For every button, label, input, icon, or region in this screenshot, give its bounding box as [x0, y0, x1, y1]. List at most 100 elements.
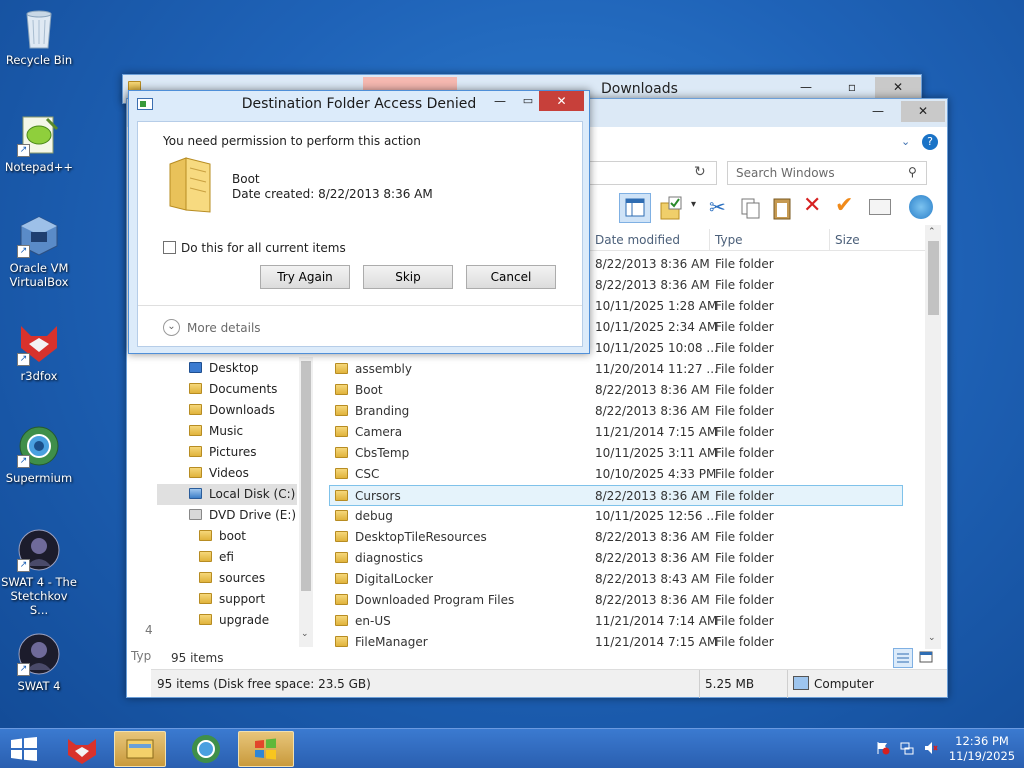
column-type[interactable]: Type	[715, 229, 743, 251]
desktop-icon-swat4[interactable]: ↗ SWAT 4	[0, 632, 78, 693]
start-button[interactable]	[10, 737, 38, 761]
minimize-button[interactable]: —	[783, 77, 829, 98]
file-list-scrollbar[interactable]: ⌃ ⌄	[925, 225, 941, 649]
table-row[interactable]: DigitalLocker 8/22/2013 8:43 AM File folde…	[329, 569, 929, 590]
desktop-icon-swat4-stetchkov[interactable]: ↗ SWAT 4 - The Stetchkov S...	[0, 528, 78, 617]
nav-item-local-disk[interactable]: Local Disk (C:)	[157, 484, 297, 505]
table-row[interactable]: 8/22/2013 8:36 AM File folder	[589, 254, 929, 275]
table-row[interactable]: Boot 8/22/2013 8:36 AM File folder	[329, 380, 929, 401]
expand-chevron-icon[interactable]: ⌄	[163, 319, 180, 336]
table-row[interactable]: en-US 11/21/2014 7:14 AM File folder	[329, 611, 929, 632]
search-input[interactable]: Search Windows	[736, 166, 835, 180]
taskbar-file-explorer[interactable]	[114, 731, 166, 767]
table-row[interactable]: 10/11/2025 1:28 AM File folder	[589, 296, 929, 317]
scroll-down-icon[interactable]: ⌄	[301, 629, 309, 639]
ribbon-expand-icon[interactable]: ⌄	[901, 135, 910, 148]
preview-pane-icon[interactable]	[619, 193, 651, 223]
desktop-icon-r3dfox[interactable]: ↗ r3dfox	[0, 322, 78, 383]
nav-item-videos[interactable]: Videos	[189, 463, 249, 484]
copy-icon[interactable]	[739, 195, 761, 221]
table-row[interactable]: assembly 11/20/2014 11:27 ... File folder	[329, 359, 929, 380]
new-item-icon[interactable]	[869, 199, 891, 215]
clock-date: 11/19/2025	[948, 749, 1016, 763]
nav-item-music[interactable]: Music	[189, 421, 243, 442]
table-row[interactable]: 10/11/2025 2:34 AM File folder	[589, 317, 929, 338]
details-view-icon[interactable]	[893, 648, 913, 668]
desktop-icon-recycle-bin[interactable]: Recycle Bin	[0, 6, 78, 67]
close-button[interactable]: ✕	[901, 101, 945, 122]
cancel-button[interactable]: Cancel	[466, 265, 556, 289]
large-icons-view-icon[interactable]	[917, 648, 937, 668]
properties-folder-icon[interactable]	[659, 195, 683, 221]
desktop-icon-virtualbox[interactable]: ↗ Oracle VM VirtualBox	[0, 214, 78, 289]
row-type: File folder	[715, 362, 774, 376]
table-row[interactable]: 10/11/2025 10:08 ... File folder	[589, 338, 929, 359]
more-details-link[interactable]: More details	[187, 321, 261, 335]
table-row-selected[interactable]: Cursors 8/22/2013 8:36 AM File folder	[329, 485, 903, 506]
table-row[interactable]: debug 10/11/2025 12:56 ... File folder	[329, 506, 929, 527]
table-row[interactable]: Branding 8/22/2013 8:36 AM File folder	[329, 401, 929, 422]
rename-check-icon[interactable]: ✔	[835, 193, 853, 218]
taskbar-windows-setup[interactable]	[238, 731, 294, 767]
nav-item-support[interactable]: support	[199, 589, 265, 610]
network-icon[interactable]	[909, 195, 933, 219]
apply-all-checkbox[interactable]	[163, 241, 176, 254]
table-row[interactable]: FileManager 11/21/2014 7:15 AM File folder	[329, 632, 929, 653]
table-row[interactable]: Downloaded Program Files 8/22/2013 8:36 A…	[329, 590, 929, 611]
desktop-icon-supermium[interactable]: ↗ Supermium	[0, 424, 78, 485]
apply-all-label[interactable]: Do this for all current items	[181, 241, 346, 255]
network-tray-icon[interactable]	[900, 741, 914, 755]
table-row[interactable]: CbsTemp 10/11/2025 3:11 AM File folder	[329, 443, 929, 464]
access-denied-dialog[interactable]: Destination Folder Access Denied — ▭ ✕ Y…	[128, 90, 590, 354]
delete-icon[interactable]: ✕	[803, 193, 821, 218]
close-button[interactable]: ✕	[875, 77, 921, 98]
paste-icon[interactable]	[771, 195, 793, 221]
nav-label: upgrade	[219, 613, 270, 627]
action-center-flag-icon[interactable]	[876, 741, 890, 755]
desktop-icon-notepadpp[interactable]: ↗ Notepad++	[0, 113, 78, 174]
item-count: 95 items	[171, 651, 224, 665]
row-name: Camera	[335, 422, 402, 443]
nav-item-pictures[interactable]: Pictures	[189, 442, 257, 463]
dropdown-arrow-icon[interactable]: ▾	[691, 199, 696, 210]
taskbar-r3dfox[interactable]	[60, 731, 104, 767]
table-row[interactable]: 8/22/2013 8:36 AM File folder	[589, 275, 929, 296]
nav-item-documents[interactable]: Documents	[189, 379, 277, 400]
taskbar-supermium[interactable]	[184, 731, 228, 767]
nav-item-upgrade[interactable]: upgrade	[199, 610, 269, 631]
row-type: File folder	[715, 489, 774, 503]
column-date-modified[interactable]: Date modified	[595, 229, 680, 251]
minimize-button[interactable]: —	[485, 91, 515, 112]
volume-muted-icon[interactable]	[924, 741, 938, 755]
nav-item-boot[interactable]: boot	[199, 526, 246, 547]
search-icon[interactable]: ⚲	[908, 165, 917, 179]
table-row[interactable]: DesktopTileResources 8/22/2013 8:36 AM Fil…	[329, 527, 929, 548]
tray-clock[interactable]: 12:36 PM 11/19/2025	[944, 734, 1020, 764]
maximize-button[interactable]: ▭	[515, 91, 541, 112]
scrollbar-thumb[interactable]	[928, 241, 939, 315]
nav-item-downloads[interactable]: Downloads	[189, 400, 275, 421]
refresh-icon[interactable]: ↻	[694, 164, 706, 180]
skip-button[interactable]: Skip	[363, 265, 453, 289]
nav-scrollbar-thumb[interactable]	[301, 361, 311, 591]
search-box[interactable]: Search Windows ⚲	[727, 161, 927, 185]
try-again-button[interactable]: Try Again	[260, 265, 350, 289]
help-icon[interactable]: ?	[922, 134, 938, 150]
maximize-button[interactable]	[869, 101, 899, 122]
close-button[interactable]: ✕	[539, 91, 584, 111]
address-bar[interactable]: ↻	[589, 161, 717, 185]
nav-scrollbar[interactable]: ⌄	[299, 357, 313, 647]
maximize-button[interactable]: ▫	[829, 77, 875, 98]
column-size[interactable]: Size	[835, 229, 860, 251]
nav-item-dvd-drive[interactable]: DVD Drive (E:) Wi	[189, 505, 299, 526]
nav-item-efi[interactable]: efi	[199, 547, 234, 568]
scroll-up-icon[interactable]: ⌃	[928, 227, 936, 237]
row-type: File folder	[715, 278, 774, 292]
nav-item-desktop[interactable]: Desktop	[189, 358, 259, 379]
table-row[interactable]: Camera 11/21/2014 7:15 AM File folder	[329, 422, 929, 443]
table-row[interactable]: CSC 10/10/2025 4:33 PM File folder	[329, 464, 929, 485]
cut-icon[interactable]: ✂	[709, 195, 726, 219]
table-row[interactable]: diagnostics 8/22/2013 8:36 AM File folder	[329, 548, 929, 569]
scroll-down-icon[interactable]: ⌄	[928, 633, 936, 643]
nav-item-sources[interactable]: sources	[199, 568, 265, 589]
